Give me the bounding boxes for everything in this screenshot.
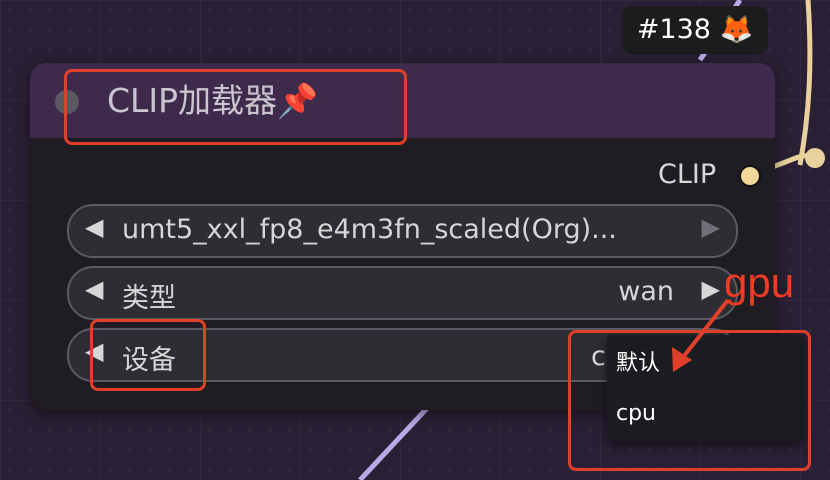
annotation-arrow [672, 298, 730, 372]
